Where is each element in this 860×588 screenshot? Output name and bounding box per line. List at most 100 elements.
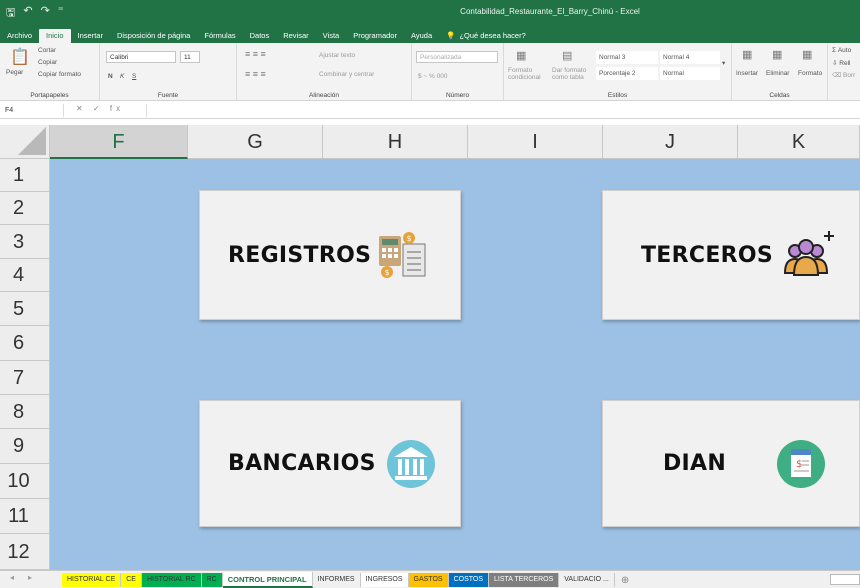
- tab-programador[interactable]: Programador: [346, 29, 404, 43]
- style-porcentaje-2[interactable]: Porcentaje 2: [596, 67, 658, 80]
- delete-cells-button[interactable]: Eliminar: [766, 70, 789, 77]
- formula-icons[interactable]: ✕ ✓ fx: [76, 104, 124, 113]
- add-sheet-icon[interactable]: ⊕: [615, 575, 635, 586]
- column-header-k[interactable]: K: [738, 125, 860, 159]
- autosum-button[interactable]: Σ Auto: [832, 47, 851, 54]
- insert-cells-icon[interactable]: ▦: [742, 48, 752, 61]
- column-header-i[interactable]: I: [468, 125, 603, 159]
- registros-button[interactable]: REGISTROS $ $: [199, 190, 461, 320]
- name-box[interactable]: F4: [2, 104, 64, 117]
- insert-cells-button[interactable]: Insertar: [736, 70, 758, 77]
- autosum-label: Auto: [837, 47, 852, 54]
- number-format-select[interactable]: Personalizada: [416, 51, 498, 63]
- clear-label: Borr: [843, 72, 856, 79]
- terceros-button[interactable]: TERCEROS: [602, 190, 860, 320]
- sheet-tab-control-principal[interactable]: CONTROL PRINCIPAL: [222, 572, 313, 588]
- row-header-9[interactable]: 9: [0, 429, 50, 464]
- style-normal-4[interactable]: Normal 4: [660, 51, 720, 64]
- sheet-tab-gastos[interactable]: GASTOS: [408, 573, 449, 587]
- tab-disposicion[interactable]: Disposición de página: [110, 29, 197, 43]
- cut-button[interactable]: Cortar: [38, 47, 56, 54]
- column-header-h[interactable]: H: [323, 125, 468, 159]
- format-painter-button[interactable]: Copiar formato: [38, 71, 81, 78]
- paste-label[interactable]: Pegar: [6, 69, 23, 76]
- bold-button[interactable]: N: [108, 73, 113, 80]
- paste-icon[interactable]: 📋: [10, 47, 30, 67]
- add-group-icon: [784, 231, 835, 276]
- svg-text:$: $: [407, 234, 412, 243]
- sheet-tab-ingresos[interactable]: INGRESOS: [360, 573, 409, 587]
- row-header-11[interactable]: 11: [0, 499, 50, 534]
- bank-icon: [386, 439, 435, 488]
- sheet-tab-historial-rc[interactable]: HISTORIAL RC: [141, 573, 202, 587]
- style-normal-3[interactable]: Normal 3: [596, 51, 658, 64]
- merge-center-button[interactable]: Combinar y centrar: [319, 71, 374, 78]
- tab-datos[interactable]: Datos: [243, 29, 277, 43]
- italic-button[interactable]: K: [120, 73, 124, 80]
- font-name-select[interactable]: Calibri: [106, 51, 176, 63]
- row-header-7[interactable]: 7: [0, 361, 50, 395]
- column-header-f[interactable]: F: [50, 125, 188, 159]
- tab-archivo[interactable]: Archivo: [0, 29, 39, 43]
- tab-revisar[interactable]: Revisar: [276, 29, 315, 43]
- column-header-j[interactable]: J: [603, 125, 738, 159]
- group-label: Alineación: [309, 92, 339, 99]
- tab-insertar[interactable]: Insertar: [71, 29, 110, 43]
- format-table-icon[interactable]: ▤: [562, 49, 572, 62]
- tab-vista[interactable]: Vista: [316, 29, 347, 43]
- select-all-corner[interactable]: [0, 125, 50, 159]
- row-header-10[interactable]: 10: [0, 464, 50, 499]
- row-header-5[interactable]: 5: [0, 292, 50, 326]
- row-header-12[interactable]: 12: [0, 534, 50, 570]
- dian-label: DIAN: [663, 451, 727, 476]
- row-header-4[interactable]: 4: [0, 259, 50, 292]
- formula-input[interactable]: [146, 104, 858, 117]
- format-as-table-button[interactable]: Dar formato como tabla: [552, 67, 596, 81]
- tab-inicio[interactable]: Inicio: [39, 29, 71, 43]
- clear-button[interactable]: ⌫ Borr: [832, 71, 855, 79]
- sheet-tab-costos[interactable]: COSTOS: [448, 573, 489, 587]
- dian-button[interactable]: DIAN $: [602, 400, 860, 527]
- tab-formulas[interactable]: Fórmulas: [197, 29, 242, 43]
- underline-button[interactable]: S: [132, 73, 136, 80]
- conditional-format-icon[interactable]: ▦: [516, 49, 526, 62]
- group-estilos: ▦ Formato condicional ▤ Dar formato como…: [504, 43, 732, 101]
- svg-text:$: $: [385, 268, 390, 277]
- conditional-format-button[interactable]: Formato condicional: [508, 67, 548, 81]
- align-left-icon[interactable]: ≡ ≡ ≡: [245, 69, 266, 79]
- row-header-1[interactable]: 1: [0, 159, 50, 192]
- sheet-nav-arrows[interactable]: ◂▸: [10, 573, 46, 582]
- corner-triangle: [18, 127, 46, 155]
- horizontal-scrollbar[interactable]: [830, 574, 860, 585]
- lightbulb-icon: 💡: [446, 31, 456, 40]
- fill-button[interactable]: ⇩ Rell: [832, 59, 850, 67]
- copy-button[interactable]: Copiar: [38, 59, 57, 66]
- tell-me-box[interactable]: 💡 ¿Qué desea hacer?: [439, 29, 533, 43]
- row-header-6[interactable]: 6: [0, 326, 50, 361]
- terceros-label: TERCEROS: [641, 242, 774, 268]
- align-top-icon[interactable]: ≡ ≡ ≡: [245, 49, 266, 59]
- styles-more-icon[interactable]: ▾: [722, 59, 725, 67]
- row-header-2[interactable]: 2: [0, 192, 50, 225]
- format-cells-icon[interactable]: ▦: [802, 48, 812, 61]
- svg-text:$: $: [796, 459, 802, 470]
- row-header-3[interactable]: 3: [0, 225, 50, 259]
- column-header-g[interactable]: G: [188, 125, 323, 159]
- format-cells-button[interactable]: Formato: [798, 70, 822, 77]
- style-normal[interactable]: Normal: [660, 67, 720, 80]
- sheet-tab-informes[interactable]: INFORMES: [313, 573, 361, 587]
- sheet-tab-historial-ce[interactable]: HISTORIAL CE: [62, 573, 122, 587]
- sheet-tab-validacio[interactable]: VALIDACIO ...: [559, 573, 615, 587]
- delete-cells-icon[interactable]: ▦: [772, 48, 782, 61]
- sheet-tab-ce[interactable]: CE: [121, 573, 142, 587]
- row-header-8[interactable]: 8: [0, 395, 50, 429]
- font-size-select[interactable]: 11: [180, 51, 200, 63]
- sheet-tab-lista-terceros[interactable]: LISTA TERCEROS: [489, 573, 560, 587]
- sheet-tab-rc[interactable]: RC: [201, 573, 223, 587]
- group-portapapeles: 📋 Pegar Cortar Copiar Copiar formato Por…: [0, 43, 100, 101]
- bancarios-button[interactable]: BANCARIOS: [199, 400, 461, 527]
- group-label: Número: [445, 92, 470, 99]
- currency-button[interactable]: $ ~ % 000: [418, 73, 447, 80]
- tab-ayuda[interactable]: Ayuda: [404, 29, 439, 43]
- wrap-text-button[interactable]: Ajustar texto: [319, 52, 355, 59]
